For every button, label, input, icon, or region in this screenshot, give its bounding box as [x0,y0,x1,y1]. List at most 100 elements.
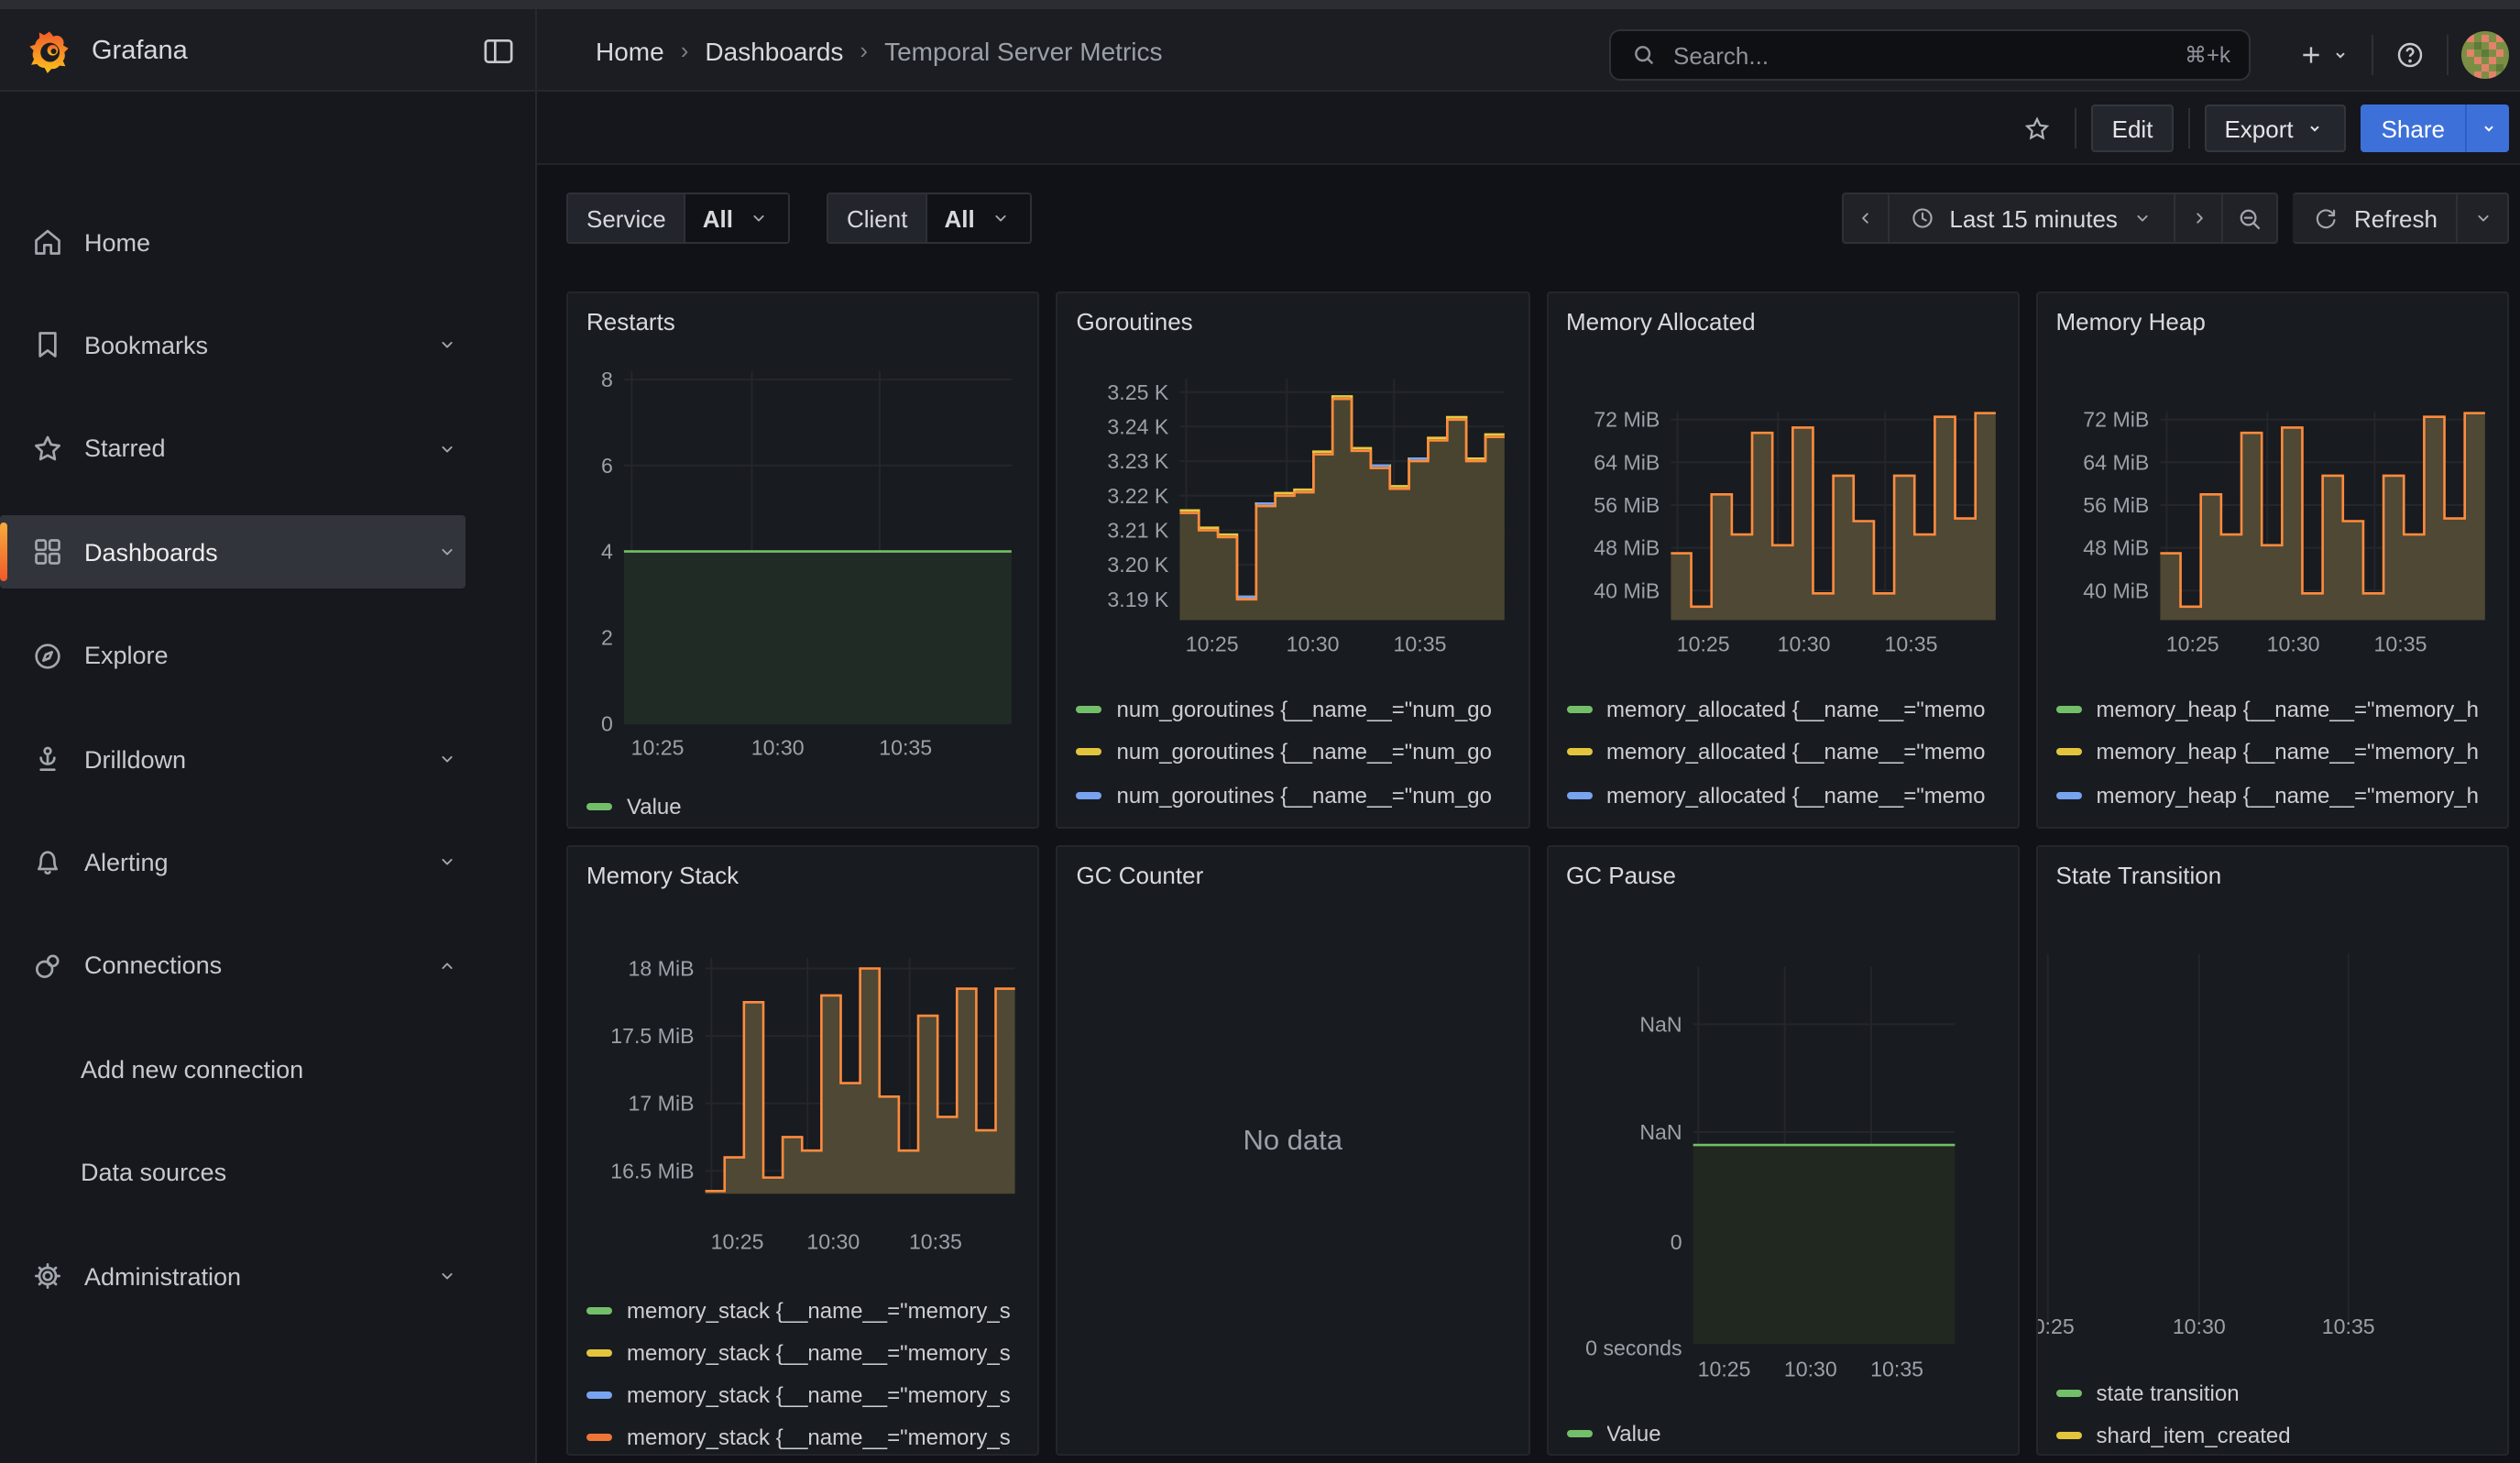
legend-item[interactable]: num_goroutines {__name__="num_go [1077,693,1521,724]
chevron-up-icon[interactable] [429,953,466,979]
svg-text:48 MiB: 48 MiB [2083,536,2149,560]
legend-item[interactable]: memory_stack {__name__="memory_s [586,1380,1031,1411]
help-icon[interactable] [2386,31,2434,79]
legend-item[interactable]: Value [586,790,1031,821]
brand[interactable]: Grafana [26,9,188,92]
chevron-down-icon[interactable] [429,539,466,565]
panel-title[interactable]: GC Counter [1077,862,1204,889]
chevron-down-icon[interactable] [429,333,466,358]
edit-button[interactable]: Edit [2092,104,2174,152]
svg-text:10:35: 10:35 [879,735,932,759]
sidebar-collapse-icon[interactable] [477,29,520,73]
sidebar-item-drilldown[interactable]: Drilldown [0,722,466,796]
sidebar-item-label: Bookmarks [84,332,429,359]
legend-item[interactable]: memory_allocated {__name__="memo [1566,823,2011,829]
time-back-button[interactable] [1841,192,1889,244]
panel-title[interactable]: Restarts [586,308,675,336]
add-button[interactable] [2289,31,2359,79]
legend-item[interactable]: memory_allocated {__name__="memo [1566,736,2011,767]
legend-item[interactable]: memory_stack {__name__="memory_s [586,1423,1031,1454]
panel-title[interactable]: State Transition [2056,862,2222,889]
share-dropdown-caret[interactable] [2465,104,2509,152]
svg-text:56 MiB: 56 MiB [1593,493,1659,517]
breadcrumb-home[interactable]: Home [596,36,664,65]
search-input[interactable]: Search... ⌘+k [1609,29,2251,81]
sidebar-item-explore[interactable]: Explore [0,619,466,692]
grafana-app: Grafana Home › Dashboards › Temporal Ser… [0,0,2520,1463]
filter-value-dropdown[interactable]: All [926,194,1029,242]
svg-text:3.24 K: 3.24 K [1108,414,1169,438]
legend-item[interactable]: memory_allocated {__name__="memo [1566,779,2011,810]
top-header: Grafana Home › Dashboards › Temporal Ser… [0,9,2520,92]
export-button[interactable]: Export [2204,104,2346,152]
legend-label: memory_heap {__name__="memory_h [2097,696,2479,721]
legend-item[interactable]: num_goroutines {__name__="num_go [1077,736,1521,767]
legend-item[interactable]: state transition [2056,1377,2501,1408]
sidebar-item-alerting[interactable]: Alerting [0,826,466,899]
panel-state-transition: State Transition10:2510:3010:35state tra… [2036,845,2510,1456]
legend-item[interactable]: memory_stack {__name__="memory_s [586,1337,1031,1369]
favorite-star-icon[interactable] [2013,104,2061,152]
series-color-swatch [1077,705,1102,712]
refresh-interval-caret[interactable] [2458,192,2509,244]
panel-title[interactable]: GC Pause [1566,862,1676,889]
panel-goroutines: Goroutines3.25 K3.24 K3.23 K3.22 K3.21 K… [1057,292,1530,829]
sidebar-item-data-sources[interactable]: Data sources [0,1136,466,1209]
panel-title[interactable]: Memory Allocated [1566,308,1756,336]
panel-grid: Restarts8642010:2510:3010:35ValueGorouti… [566,292,2509,1456]
chevron-down-icon[interactable] [429,850,466,875]
legend-item[interactable]: memory_stack {__name__="memory_s [586,1294,1031,1326]
chevron-down-icon[interactable] [429,746,466,772]
svg-text:40 MiB: 40 MiB [2083,578,2149,602]
legend-item[interactable]: memory_heap {__name__="memory_h [2056,693,2501,724]
legend-label: state transition [2097,1380,2240,1405]
sidebar-item-connections[interactable]: Connections [0,930,466,1003]
svg-text:10:30: 10:30 [1777,632,1830,656]
share-button[interactable]: Share [2361,104,2465,152]
connections-icon [29,948,66,984]
legend-item[interactable]: shard_item_created [2056,1420,2501,1451]
legend-label: memory_heap {__name__="memory_h [2097,826,2479,829]
divider [2372,35,2373,75]
svg-text:10:25: 10:25 [1186,632,1239,656]
breadcrumb-current: Temporal Server Metrics [884,36,1162,65]
legend-item[interactable]: memory_heap {__name__="memory_h [2056,779,2501,810]
legend-item[interactable]: memory_heap {__name__="memory_h [2056,736,2501,767]
divider [2447,35,2449,75]
breadcrumb-dashboards[interactable]: Dashboards [705,36,843,65]
legend-item[interactable]: memory_heap {__name__="memory_h [2056,823,2501,829]
svg-text:16.5 MiB: 16.5 MiB [610,1159,694,1182]
sidebar-item-administration[interactable]: Administration [0,1239,466,1313]
time-forward-button[interactable] [2176,192,2224,244]
sidebar-item-label: Starred [84,435,429,463]
sidebar-item-home[interactable]: Home [0,205,466,279]
chevron-down-icon[interactable] [429,436,466,462]
svg-text:10:35: 10:35 [2373,632,2427,656]
time-zoom-out-button[interactable] [2224,192,2279,244]
compass-icon [29,637,66,674]
sidebar-item-dashboards[interactable]: Dashboards [0,515,466,588]
chevron-down-icon[interactable] [429,1263,466,1289]
sidebar-item-label: Add new connection [81,1055,466,1083]
panel-title[interactable]: Memory Stack [586,862,739,889]
series-color-swatch [2056,791,2082,798]
legend-item[interactable]: num_goroutines {__name__="num_go [1077,823,1521,829]
panel-title[interactable]: Goroutines [1077,308,1193,336]
sidebar-item-starred[interactable]: Starred [0,412,466,486]
time-range-picker[interactable]: Last 15 minutes [1889,192,2176,244]
bell-icon [29,844,66,881]
user-avatar[interactable] [2461,31,2509,79]
time-range-label: Last 15 minutes [1949,204,2118,232]
svg-text:64 MiB: 64 MiB [1593,450,1659,474]
legend-item[interactable]: memory_allocated {__name__="memo [1566,693,2011,724]
refresh-button[interactable]: Refresh [2294,192,2458,244]
sidebar-item-label: Administration [84,1262,429,1290]
series-color-swatch [1566,791,1592,798]
legend-item[interactable]: num_goroutines {__name__="num_go [1077,779,1521,810]
filter-value-dropdown[interactable]: All [685,194,788,242]
sidebar-item-bookmarks[interactable]: Bookmarks [0,309,466,382]
sidebar-item-add-new-connection[interactable]: Add new connection [0,1032,466,1106]
panel-title[interactable]: Memory Heap [2056,308,2206,336]
filter-service: ServiceAll [566,192,790,244]
legend-item[interactable]: Value [1566,1417,2011,1448]
